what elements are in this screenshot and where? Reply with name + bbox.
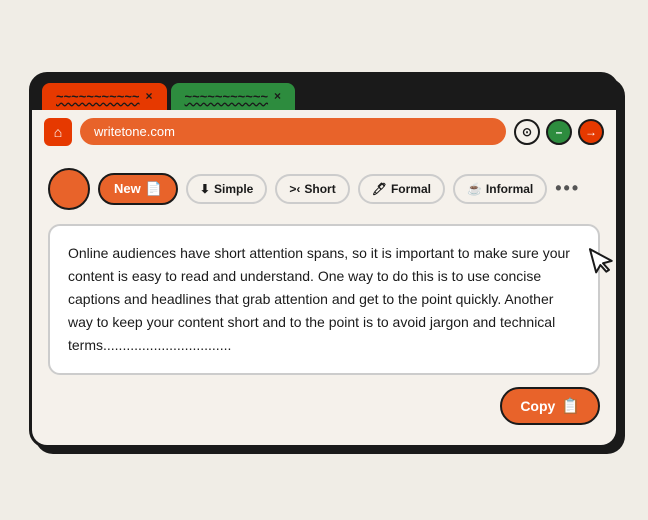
informal-icon: ☕: [467, 182, 482, 196]
new-doc-icon: 📄: [146, 181, 162, 197]
short-button[interactable]: >‹ Short: [275, 174, 349, 204]
clock-icon[interactable]: ⊙: [514, 119, 540, 145]
simple-icon: ⬇: [200, 182, 210, 196]
tab-1[interactable]: ~~~~~~~~~~~ ×: [42, 83, 167, 110]
more-button[interactable]: •••: [555, 178, 580, 199]
tab-2-label: ~~~~~~~~~~~: [185, 89, 269, 104]
toolbar-row: New 📄 ⬇ Simple >‹ Short 🖊 Formal ☕ Infor…: [48, 168, 600, 210]
informal-button[interactable]: ☕ Informal: [453, 174, 547, 204]
short-label: Short: [304, 182, 335, 196]
address-bar-row: ⌂ ⊙ – →: [32, 110, 616, 154]
tab-2[interactable]: ~~~~~~~~~~~ ×: [171, 83, 296, 110]
browser-controls: ⊙ – →: [514, 119, 604, 145]
informal-label: Informal: [486, 182, 533, 196]
home-icon[interactable]: ⌂: [44, 118, 72, 146]
simple-button[interactable]: ⬇ Simple: [186, 174, 267, 204]
avatar: [48, 168, 90, 210]
short-icon: >‹: [289, 182, 300, 196]
main-content: New 📄 ⬇ Simple >‹ Short 🖊 Formal ☕ Infor…: [32, 154, 616, 445]
tab-bar: ~~~~~~~~~~~ × ~~~~~~~~~~~ ×: [32, 75, 616, 110]
minimize-button[interactable]: –: [546, 119, 572, 145]
copy-row: Copy 📋: [48, 387, 600, 425]
copy-button[interactable]: Copy 📋: [500, 387, 600, 425]
formal-icon: 🖊: [372, 182, 387, 196]
formal-button[interactable]: 🖊 Formal: [358, 174, 445, 204]
formal-label: Formal: [391, 182, 431, 196]
new-label: New: [114, 181, 141, 196]
simple-label: Simple: [214, 182, 253, 196]
tab-1-close[interactable]: ×: [146, 89, 153, 103]
address-input[interactable]: [80, 118, 506, 145]
content-text: Online audiences have short attention sp…: [68, 245, 570, 353]
copy-label: Copy: [520, 398, 555, 414]
text-area-wrapper: Online audiences have short attention sp…: [48, 224, 600, 375]
tab-1-label: ~~~~~~~~~~~: [56, 89, 140, 104]
content-text-box: Online audiences have short attention sp…: [48, 224, 600, 375]
browser-window: ~~~~~~~~~~~ × ~~~~~~~~~~~ × ⌂ ⊙ – → New …: [29, 72, 619, 448]
navigate-button[interactable]: →: [578, 119, 604, 145]
more-label: •••: [555, 178, 580, 198]
new-button[interactable]: New 📄: [98, 173, 178, 205]
copy-doc-icon: 📋: [561, 397, 580, 415]
tab-2-close[interactable]: ×: [274, 89, 281, 103]
